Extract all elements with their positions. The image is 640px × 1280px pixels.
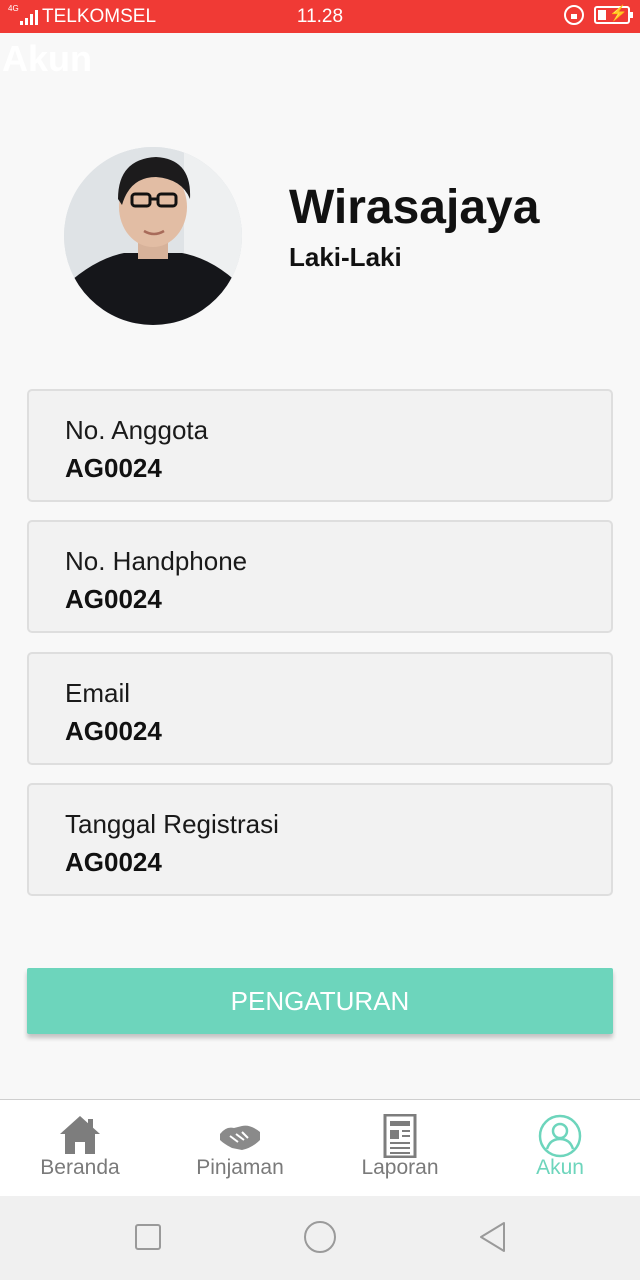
report-icon (383, 1114, 417, 1158)
info-value: AG0024 (65, 584, 162, 614)
nav-label: Pinjaman (196, 1156, 284, 1179)
account-icon (538, 1114, 582, 1158)
nav-label: Akun (536, 1156, 584, 1179)
status-right: ⚡ (564, 5, 633, 25)
profile-name: Wirasajaya (289, 181, 540, 234)
email-card: Email AG0024 (27, 652, 613, 765)
info-label: No. Anggota (65, 415, 209, 445)
nav-item-laporan[interactable]: Laporan (320, 1100, 480, 1196)
nav-item-beranda[interactable]: Beranda (0, 1100, 160, 1196)
page-title: Akun (2, 38, 92, 79)
handshake-icon (220, 1125, 260, 1150)
back-icon[interactable] (478, 1221, 508, 1253)
avatar (64, 147, 242, 325)
clock: 11.28 (296, 6, 344, 27)
settings-button[interactable]: PENGATURAN (27, 968, 613, 1034)
info-value: AG0024 (65, 716, 162, 746)
info-label: Tanggal Registrasi (65, 809, 279, 839)
member-number-card: No. Anggota AG0024 (27, 389, 613, 502)
registration-date-card: Tanggal Registrasi AG0024 (27, 783, 613, 896)
bottom-nav: Beranda Pinjaman Laporan Akun (0, 1099, 640, 1196)
info-value: AG0024 (65, 453, 162, 483)
nav-label: Beranda (40, 1156, 120, 1179)
status-bar: 4G TELKOMSEL 11.28 ⚡ (0, 0, 640, 33)
system-nav (0, 1196, 640, 1280)
phone-number-card: No. Handphone AG0024 (27, 520, 613, 633)
profile-gender: Laki-Laki (289, 242, 402, 272)
info-value: AG0024 (65, 847, 162, 877)
rotation-lock-icon (564, 5, 584, 25)
info-label: Email (65, 678, 131, 708)
nav-item-akun[interactable]: Akun (480, 1100, 640, 1196)
recent-apps-icon[interactable] (134, 1223, 162, 1251)
home-icon (60, 1116, 100, 1154)
home-circle-icon[interactable] (303, 1220, 337, 1254)
info-label: No. Handphone (65, 546, 248, 576)
nav-item-pinjaman[interactable]: Pinjaman (160, 1100, 320, 1196)
battery-icon: ⚡ (594, 5, 633, 24)
nav-label: Laporan (361, 1156, 439, 1179)
